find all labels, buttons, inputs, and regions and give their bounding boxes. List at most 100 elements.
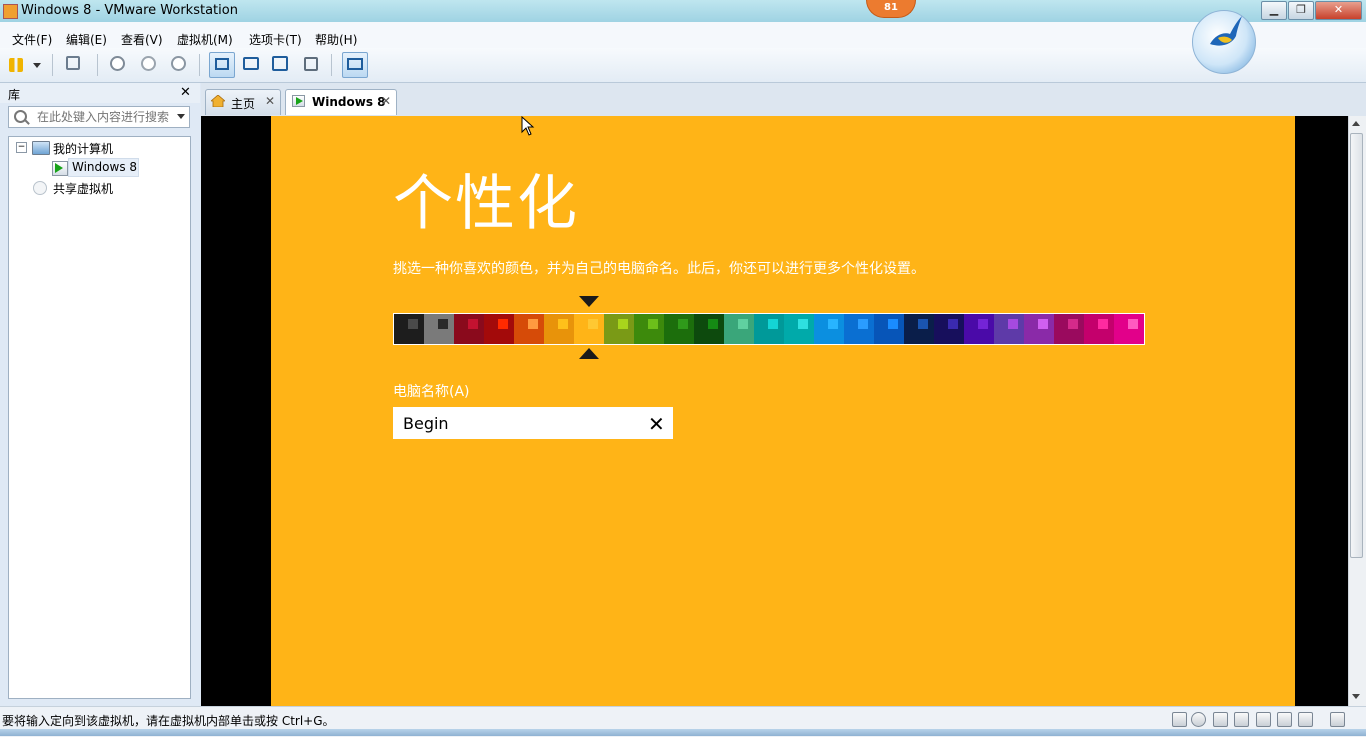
menu-tabs[interactable]: 选项卡(T) <box>249 31 302 48</box>
menu-help[interactable]: 帮助(H) <box>315 31 357 48</box>
collapse-icon[interactable]: − <box>16 142 27 153</box>
color-swatch[interactable] <box>544 314 574 344</box>
computer-icon <box>32 141 50 155</box>
maximize-button[interactable]: ❐ <box>1288 1 1314 20</box>
color-palette[interactable] <box>393 313 1145 345</box>
tree-item-shared-vms[interactable]: 共享虚拟机 <box>53 180 113 197</box>
color-swatch-accent <box>708 319 718 329</box>
color-swatch[interactable] <box>934 314 964 344</box>
close-button[interactable]: ✕ <box>1315 1 1362 20</box>
hard-disk-icon[interactable] <box>1172 712 1187 727</box>
color-swatch-accent <box>978 319 988 329</box>
color-swatch[interactable] <box>874 314 904 344</box>
thumbnail-icon[interactable] <box>342 52 368 78</box>
unity-icon[interactable] <box>304 57 318 71</box>
color-swatch-accent <box>558 319 568 329</box>
color-swatch-accent <box>948 319 958 329</box>
library-close-button[interactable]: ✕ <box>180 85 191 100</box>
color-swatch[interactable] <box>994 314 1024 344</box>
snapshot-manager-icon[interactable] <box>171 56 186 71</box>
scroll-thumb[interactable] <box>1350 133 1363 558</box>
cd-drive-icon[interactable] <box>1191 712 1206 727</box>
tab-windows-8-label: Windows 8 <box>312 95 386 109</box>
scroll-down-icon[interactable] <box>1352 694 1360 699</box>
revert-icon[interactable] <box>141 56 156 71</box>
color-swatch[interactable] <box>784 314 814 344</box>
tree-item-my-computer[interactable]: 我的计算机 <box>53 140 113 157</box>
menu-file[interactable]: 文件(F) <box>12 31 52 48</box>
color-swatch[interactable] <box>1084 314 1114 344</box>
color-swatch[interactable] <box>394 314 424 344</box>
color-swatch-accent <box>648 319 658 329</box>
page-title: 个性化 <box>393 169 579 239</box>
fullscreen-icon[interactable] <box>272 56 288 71</box>
color-swatch[interactable] <box>1114 314 1144 344</box>
sound-icon[interactable] <box>1277 712 1292 727</box>
color-swatch[interactable] <box>604 314 634 344</box>
search-dropdown-icon[interactable] <box>177 114 185 119</box>
color-swatch[interactable] <box>904 314 934 344</box>
color-swatch[interactable] <box>484 314 514 344</box>
snapshot-icon[interactable] <box>110 56 125 71</box>
color-swatch-accent <box>798 319 808 329</box>
color-swatch-accent <box>858 319 868 329</box>
color-swatch[interactable] <box>1054 314 1084 344</box>
scroll-up-icon[interactable] <box>1352 121 1360 126</box>
color-swatch-accent <box>408 319 418 329</box>
color-swatch[interactable] <box>514 314 544 344</box>
color-swatch[interactable] <box>964 314 994 344</box>
tree-item-windows-8[interactable]: Windows 8 <box>72 160 137 174</box>
color-swatch-accent <box>438 319 448 329</box>
toolbar-separator <box>331 54 332 76</box>
app-icon <box>3 4 18 19</box>
selected-color-indicator-top <box>579 296 599 307</box>
menu-edit[interactable]: 编辑(E) <box>66 31 107 48</box>
toolbar-separator <box>199 54 200 76</box>
display-icon[interactable] <box>1298 712 1313 727</box>
color-swatch[interactable] <box>454 314 484 344</box>
minimize-button[interactable]: ▁ <box>1261 1 1287 20</box>
library-view-icon[interactable] <box>209 52 235 78</box>
clear-input-icon[interactable]: ✕ <box>648 412 665 436</box>
tab-home-label: 主页 <box>231 97 256 111</box>
tab-windows-8-close-icon[interactable]: ✕ <box>381 94 391 108</box>
floppy-icon[interactable] <box>1213 712 1228 727</box>
network-icon[interactable] <box>66 56 80 70</box>
selected-color-indicator-bottom <box>579 348 599 359</box>
color-swatch[interactable] <box>754 314 784 344</box>
library-search-input[interactable] <box>8 106 190 128</box>
dropdown-icon[interactable] <box>33 63 41 68</box>
printer-icon[interactable] <box>1256 712 1271 727</box>
play-icon <box>296 97 303 105</box>
pause-icon[interactable] <box>9 58 23 72</box>
color-swatch[interactable] <box>634 314 664 344</box>
color-swatch[interactable] <box>664 314 694 344</box>
status-message: 要将输入定向到该虚拟机，请在虚拟机内部单击或按 Ctrl+G。 <box>2 714 335 728</box>
color-swatch-accent <box>828 319 838 329</box>
color-swatch[interactable] <box>574 314 604 344</box>
play-icon <box>55 163 63 173</box>
pc-name-label: 电脑名称(A) <box>393 384 470 400</box>
toolbar-separator <box>52 54 53 76</box>
menu-view[interactable]: 查看(V) <box>121 31 163 48</box>
color-swatch[interactable] <box>694 314 724 344</box>
color-swatch-accent <box>468 319 478 329</box>
console-view-icon[interactable] <box>243 57 259 70</box>
color-swatch[interactable] <box>1024 314 1054 344</box>
bird-logo-icon <box>1210 16 1242 46</box>
color-swatch[interactable] <box>814 314 844 344</box>
pc-name-input[interactable] <box>393 407 673 439</box>
network-adapter-icon[interactable] <box>1234 712 1249 727</box>
color-swatch[interactable] <box>424 314 454 344</box>
color-swatch-accent <box>888 319 898 329</box>
color-swatch-accent <box>918 319 928 329</box>
color-swatch-accent <box>1068 319 1078 329</box>
tab-home-close-icon[interactable]: ✕ <box>265 94 275 108</box>
color-swatch-accent <box>1128 319 1138 329</box>
color-swatch[interactable] <box>844 314 874 344</box>
color-swatch-accent <box>768 319 778 329</box>
message-log-icon[interactable] <box>1330 712 1345 727</box>
taskbar <box>0 729 1366 736</box>
color-swatch[interactable] <box>724 314 754 344</box>
menu-vm[interactable]: 虚拟机(M) <box>177 31 233 48</box>
